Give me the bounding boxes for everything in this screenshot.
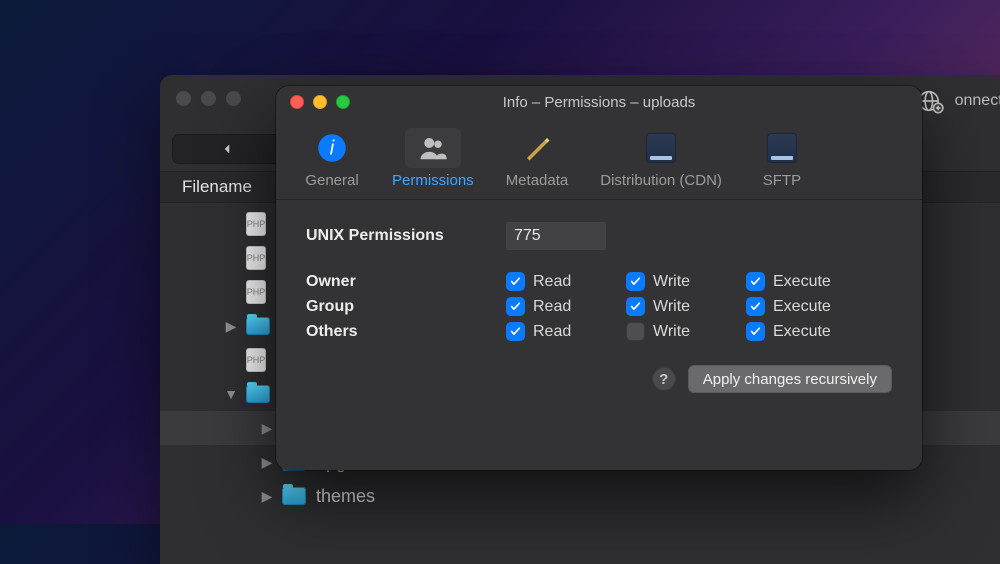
- unix-permissions-input[interactable]: [506, 222, 606, 250]
- folder-icon: [282, 487, 306, 505]
- tab-permissions-label: Permissions: [392, 172, 474, 189]
- perm-group-execute: Execute: [746, 297, 886, 316]
- folder-icon: [246, 317, 270, 335]
- tab-permissions[interactable]: Permissions: [380, 122, 486, 199]
- disclosure-triangle-icon[interactable]: ▶: [260, 488, 274, 505]
- back-button[interactable]: [172, 134, 282, 164]
- drive-icon: [646, 133, 676, 163]
- tab-sftp[interactable]: SFTP: [742, 122, 822, 199]
- disclosure-triangle-icon[interactable]: ▶: [260, 454, 274, 471]
- file-icon: PHP: [246, 212, 266, 236]
- perm-others-read: Read: [506, 322, 626, 341]
- unix-permissions-row: UNIX Permissions: [306, 222, 892, 250]
- perm-group-read: Read: [506, 297, 626, 316]
- perm-label: Read: [533, 298, 571, 316]
- tab-distribution[interactable]: Distribution (CDN): [588, 122, 734, 199]
- tab-general-label: General: [305, 172, 358, 189]
- perm-label: Write: [653, 273, 690, 291]
- apply-recursively-button[interactable]: Apply changes recursively: [688, 365, 892, 393]
- file-icon: PHP: [246, 348, 266, 372]
- tab-general[interactable]: i General: [292, 122, 372, 199]
- bg-traffic-lights: [176, 91, 251, 111]
- checkbox-others-execute[interactable]: [746, 322, 765, 341]
- perm-owner-execute: Execute: [746, 272, 886, 291]
- tab-metadata-label: Metadata: [506, 172, 569, 189]
- perm-label: Execute: [773, 273, 831, 291]
- tab-metadata[interactable]: Metadata: [494, 122, 581, 199]
- file-icon: PHP: [246, 246, 266, 270]
- perm-label: Read: [533, 273, 571, 291]
- perm-label: Write: [653, 298, 690, 316]
- perm-group-write: Write: [626, 297, 746, 316]
- toolbar-connection-label: onnection: [955, 92, 1000, 110]
- perm-others-write: Write: [626, 322, 746, 341]
- svg-text:i: i: [330, 137, 335, 159]
- role-label-others: Others: [306, 323, 506, 341]
- perm-label: Write: [653, 323, 690, 341]
- checkbox-others-read[interactable]: [506, 322, 525, 341]
- traffic-lights: [290, 95, 350, 109]
- zoom-button[interactable]: [336, 95, 350, 109]
- close-button[interactable]: [290, 95, 304, 109]
- window-title: Info – Permissions – uploads: [276, 88, 922, 111]
- file-icon: PHP: [246, 280, 266, 304]
- folder-icon: [246, 385, 270, 403]
- checkbox-owner-read[interactable]: [506, 272, 525, 291]
- unix-permissions-label: UNIX Permissions: [306, 227, 506, 245]
- checkbox-group-write[interactable]: [626, 297, 645, 316]
- checkbox-group-execute[interactable]: [746, 297, 765, 316]
- perm-label: Execute: [773, 298, 831, 316]
- checkbox-group-read[interactable]: [506, 297, 525, 316]
- info-body: UNIX Permissions Owner Read Write Execute Gr…: [276, 200, 922, 393]
- toolbar-right: onnection: [913, 84, 1000, 118]
- row-name: themes: [316, 486, 375, 507]
- perm-label: Read: [533, 323, 571, 341]
- folder-row[interactable]: ▶ themes: [160, 479, 1000, 513]
- actions-row: ? Apply changes recursively: [306, 365, 892, 393]
- checkbox-owner-execute[interactable]: [746, 272, 765, 291]
- role-label-group: Group: [306, 298, 506, 316]
- tab-bar: i General Permissions Metadata Distribut…: [276, 112, 922, 200]
- disclosure-triangle-icon[interactable]: ▶: [260, 420, 274, 437]
- tab-distribution-label: Distribution (CDN): [600, 172, 722, 189]
- perm-owner-read: Read: [506, 272, 626, 291]
- info-titlebar: Info – Permissions – uploads: [276, 86, 922, 112]
- drive-icon: [767, 133, 797, 163]
- disclosure-triangle-icon[interactable]: ▶: [224, 318, 238, 335]
- disclosure-triangle-icon[interactable]: ▼: [224, 386, 238, 402]
- perm-owner-write: Write: [626, 272, 746, 291]
- help-button[interactable]: ?: [652, 367, 676, 391]
- info-window: Info – Permissions – uploads i General P…: [276, 86, 922, 470]
- filename-header-label: Filename: [182, 177, 252, 197]
- checkbox-owner-write[interactable]: [626, 272, 645, 291]
- perm-others-execute: Execute: [746, 322, 886, 341]
- checkbox-others-write[interactable]: [626, 322, 645, 341]
- minimize-button[interactable]: [313, 95, 327, 109]
- permissions-grid: Owner Read Write Execute Group Read Write Execu…: [306, 272, 892, 341]
- tab-sftp-label: SFTP: [763, 172, 801, 189]
- role-label-owner: Owner: [306, 273, 506, 291]
- perm-label: Execute: [773, 323, 831, 341]
